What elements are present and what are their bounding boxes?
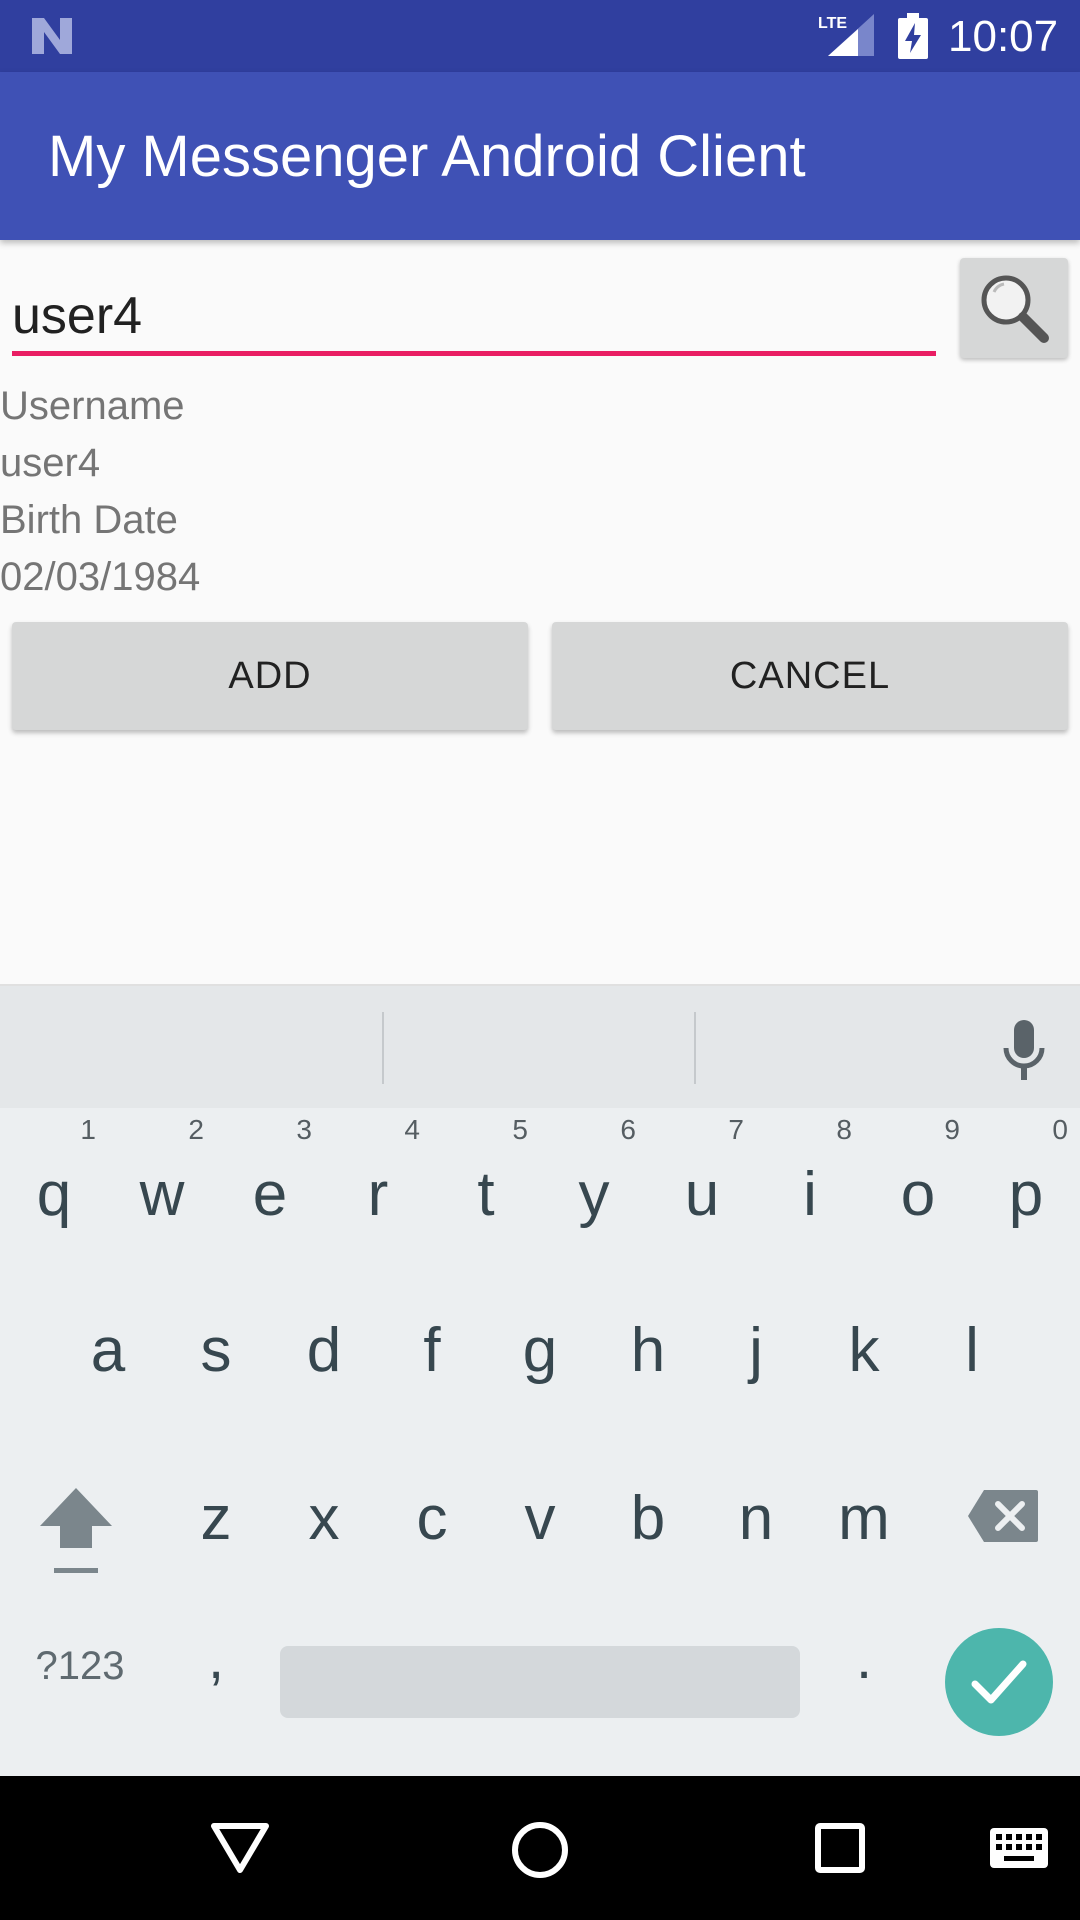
username-value: user4 — [0, 441, 101, 485]
username-label: Username — [0, 384, 185, 428]
birth-date-label: Birth Date — [0, 498, 178, 542]
search-button[interactable] — [960, 258, 1068, 358]
svg-text:LTE: LTE — [818, 15, 847, 32]
key-d[interactable]: d — [270, 1276, 378, 1426]
username-search-input[interactable] — [12, 280, 936, 356]
symbols-key[interactable]: ?123 — [20, 1616, 140, 1716]
battery-charging-icon — [898, 13, 928, 59]
navigation-bar — [0, 1776, 1080, 1920]
search-icon — [981, 275, 1049, 343]
key-s[interactable]: s — [162, 1276, 270, 1426]
clock: 10:07 — [948, 12, 1059, 61]
done-key[interactable] — [945, 1628, 1053, 1736]
comma-key[interactable]: , — [180, 1614, 252, 1714]
key-i[interactable]: 8i — [756, 1114, 864, 1264]
key-e[interactable]: 3e — [216, 1114, 324, 1264]
suggestion-divider — [382, 1012, 384, 1084]
cancel-button[interactable]: CANCEL — [552, 622, 1068, 730]
key-t[interactable]: 5t — [432, 1114, 540, 1264]
space-key[interactable] — [280, 1646, 800, 1718]
shift-icon[interactable] — [36, 1484, 116, 1576]
key-n[interactable]: n — [702, 1444, 810, 1594]
key-a[interactable]: a — [54, 1276, 162, 1426]
key-m[interactable]: m — [810, 1444, 918, 1594]
lte-signal-icon: LTE — [818, 14, 874, 56]
key-g[interactable]: g — [486, 1276, 594, 1426]
microphone-icon[interactable] — [1002, 1020, 1046, 1082]
app-bar: My Messenger Android Client — [0, 72, 1080, 240]
app-title: My Messenger Android Client — [48, 124, 806, 189]
key-c[interactable]: c — [378, 1444, 486, 1594]
key-q[interactable]: 1q — [0, 1114, 108, 1264]
add-button[interactable]: ADD — [12, 622, 528, 730]
key-o[interactable]: 9o — [864, 1114, 972, 1264]
key-w[interactable]: 2w — [108, 1114, 216, 1264]
suggestion-strip — [0, 984, 1080, 1108]
key-f[interactable]: f — [378, 1276, 486, 1426]
home-icon[interactable] — [510, 1820, 570, 1880]
key-j[interactable]: j — [702, 1276, 810, 1426]
period-key[interactable]: . — [828, 1614, 900, 1714]
backspace-icon[interactable] — [966, 1488, 1040, 1544]
soft-keyboard: 1q 2w 3e 4r 5t 6y 7u 8i 9o 0p a s d f g … — [0, 984, 1080, 1776]
notification-n-icon — [32, 18, 72, 54]
key-v[interactable]: v — [486, 1444, 594, 1594]
key-k[interactable]: k — [810, 1276, 918, 1426]
key-u[interactable]: 7u — [648, 1114, 756, 1264]
key-p[interactable]: 0p — [972, 1114, 1080, 1264]
key-h[interactable]: h — [594, 1276, 702, 1426]
key-z[interactable]: z — [162, 1444, 270, 1594]
key-b[interactable]: b — [594, 1444, 702, 1594]
birth-date-value: 02/03/1984 — [0, 555, 201, 599]
suggestion-divider — [694, 1012, 696, 1084]
checkmark-icon — [971, 1660, 1027, 1704]
key-x[interactable]: x — [270, 1444, 378, 1594]
key-r[interactable]: 4r — [324, 1114, 432, 1264]
key-l[interactable]: l — [918, 1276, 1026, 1426]
status-bar: LTE 10:07 — [0, 0, 1080, 72]
back-icon[interactable] — [210, 1820, 270, 1876]
key-y[interactable]: 6y — [540, 1114, 648, 1264]
recents-icon[interactable] — [814, 1822, 866, 1874]
keyboard-switch-icon[interactable] — [988, 1826, 1050, 1870]
